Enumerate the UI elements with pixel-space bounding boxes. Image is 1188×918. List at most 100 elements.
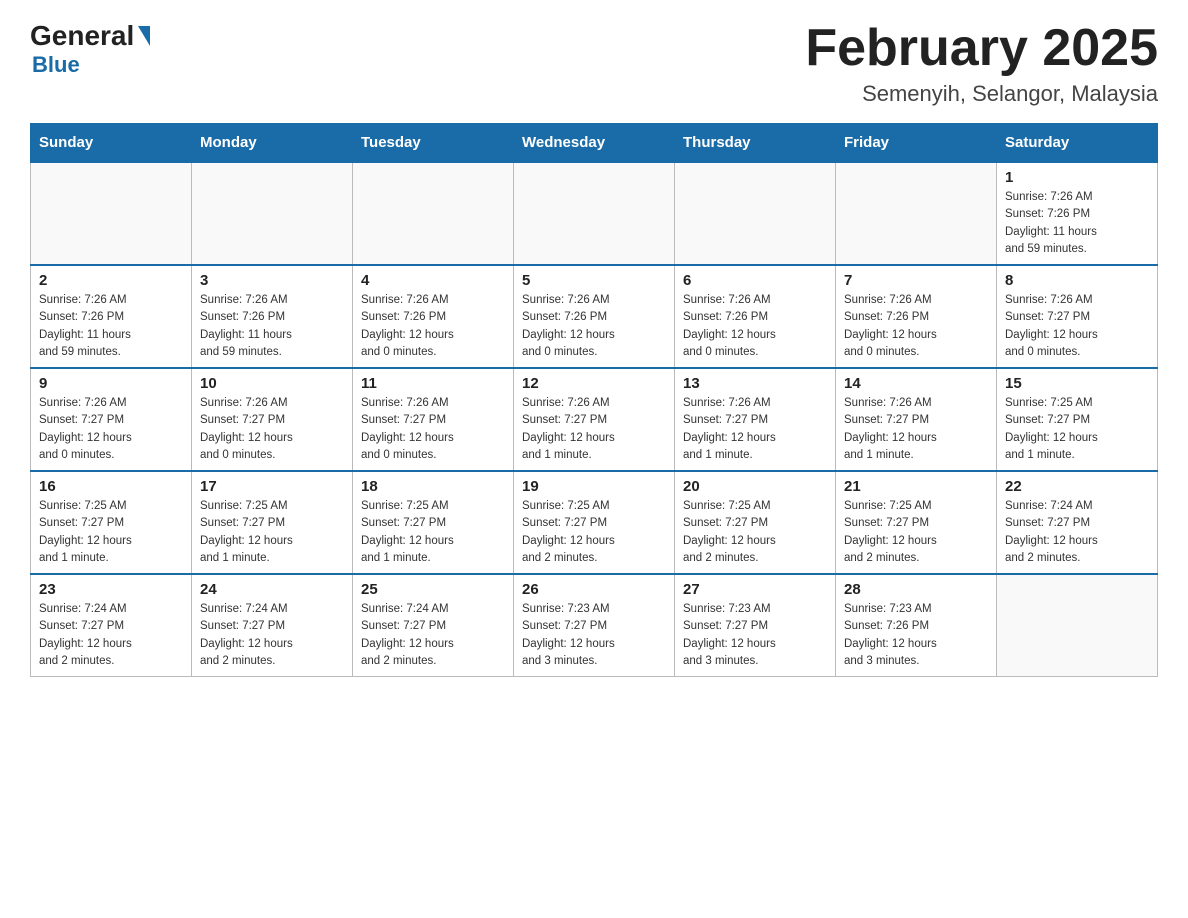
day-number: 11: [361, 375, 505, 392]
day-number: 15: [1005, 375, 1149, 392]
calendar-cell: 14Sunrise: 7:26 AM Sunset: 7:27 PM Dayli…: [836, 368, 997, 471]
day-info: Sunrise: 7:26 AM Sunset: 7:26 PM Dayligh…: [844, 292, 988, 361]
day-number: 16: [39, 478, 183, 495]
day-number: 23: [39, 581, 183, 598]
calendar-cell: [353, 162, 514, 265]
calendar-cell: [836, 162, 997, 265]
calendar-cell: 8Sunrise: 7:26 AM Sunset: 7:27 PM Daylig…: [997, 265, 1158, 368]
week-row-3: 9 Sunrise: 7:26 AM Sunset: 7:27 PM Daylig…: [31, 368, 1158, 471]
calendar-cell: 16 Sunrise: 7:25 AM Sunset: 7:27 PM Dayli…: [31, 471, 192, 574]
weekday-header-saturday: Saturday: [997, 124, 1158, 163]
day-info: Sunrise: 7:26 AM Sunset: 7:27 PM Dayligh…: [522, 395, 666, 464]
calendar-cell: [997, 574, 1158, 677]
day-number: 12: [522, 375, 666, 392]
week-row-1: 1Sunrise: 7:26 AM Sunset: 7:26 PM Daylig…: [31, 162, 1158, 265]
day-info: Sunrise: 7:25 AM Sunset: 7:27 PM Dayligh…: [844, 498, 988, 567]
day-info: Sunrise: 7:23 AM Sunset: 7:27 PM Dayligh…: [683, 601, 827, 670]
day-number: 17: [200, 478, 344, 495]
calendar-cell: 12 Sunrise: 7:26 AM Sunset: 7:27 PM Dayli…: [514, 368, 675, 471]
calendar-cell: 13Sunrise: 7:26 AM Sunset: 7:27 PM Dayli…: [675, 368, 836, 471]
calendar-cell: 10 Sunrise: 7:26 AM Sunset: 7:27 PM Dayli…: [192, 368, 353, 471]
day-info: Sunrise: 7:23 AM Sunset: 7:27 PM Dayligh…: [522, 601, 666, 670]
weekday-header-thursday: Thursday: [675, 124, 836, 163]
calendar-cell: 24 Sunrise: 7:24 AM Sunset: 7:27 PM Dayli…: [192, 574, 353, 677]
week-row-2: 2 Sunrise: 7:26 AM Sunset: 7:26 PM Daylig…: [31, 265, 1158, 368]
calendar-cell: 22 Sunrise: 7:24 AM Sunset: 7:27 PM Dayli…: [997, 471, 1158, 574]
day-number: 7: [844, 272, 988, 289]
day-info: Sunrise: 7:26 AM Sunset: 7:27 PM Dayligh…: [361, 395, 505, 464]
calendar-cell: 6 Sunrise: 7:26 AM Sunset: 7:26 PM Daylig…: [675, 265, 836, 368]
calendar-cell: 15 Sunrise: 7:25 AM Sunset: 7:27 PM Dayli…: [997, 368, 1158, 471]
calendar-cell: 20 Sunrise: 7:25 AM Sunset: 7:27 PM Dayli…: [675, 471, 836, 574]
day-number: 28: [844, 581, 988, 598]
day-info: Sunrise: 7:25 AM Sunset: 7:27 PM Dayligh…: [683, 498, 827, 567]
calendar-cell: 9Sunrise: 7:26 AM Sunset: 7:27 PM Daylig…: [31, 368, 192, 471]
day-info: Sunrise: 7:25 AM Sunset: 7:27 PM Dayligh…: [522, 498, 666, 567]
day-number: 27: [683, 581, 827, 598]
day-number: 5: [522, 272, 666, 289]
calendar-cell: 19Sunrise: 7:25 AM Sunset: 7:27 PM Dayli…: [514, 471, 675, 574]
day-info: Sunrise: 7:25 AM Sunset: 7:27 PM Dayligh…: [361, 498, 505, 567]
calendar-cell: 26 Sunrise: 7:23 AM Sunset: 7:27 PM Dayli…: [514, 574, 675, 677]
calendar-cell: [31, 162, 192, 265]
calendar-cell: [192, 162, 353, 265]
logo-general: General: [30, 20, 134, 52]
day-info: Sunrise: 7:26 AM Sunset: 7:26 PM Dayligh…: [39, 292, 183, 361]
day-info: Sunrise: 7:23 AM Sunset: 7:26 PM Dayligh…: [844, 601, 988, 670]
day-info: Sunrise: 7:26 AM Sunset: 7:27 PM Dayligh…: [683, 395, 827, 464]
day-info: Sunrise: 7:26 AM Sunset: 7:26 PM Dayligh…: [200, 292, 344, 361]
calendar-cell: 4 Sunrise: 7:26 AM Sunset: 7:26 PM Daylig…: [353, 265, 514, 368]
week-row-4: 16 Sunrise: 7:25 AM Sunset: 7:27 PM Dayli…: [31, 471, 1158, 574]
logo: General Blue: [30, 20, 152, 78]
day-number: 24: [200, 581, 344, 598]
day-number: 6: [683, 272, 827, 289]
day-info: Sunrise: 7:25 AM Sunset: 7:27 PM Dayligh…: [39, 498, 183, 567]
week-row-5: 23 Sunrise: 7:24 AM Sunset: 7:27 PM Dayli…: [31, 574, 1158, 677]
calendar-cell: 1Sunrise: 7:26 AM Sunset: 7:26 PM Daylig…: [997, 162, 1158, 265]
day-info: Sunrise: 7:24 AM Sunset: 7:27 PM Dayligh…: [39, 601, 183, 670]
day-number: 10: [200, 375, 344, 392]
weekday-header-friday: Friday: [836, 124, 997, 163]
calendar-cell: 23 Sunrise: 7:24 AM Sunset: 7:27 PM Dayli…: [31, 574, 192, 677]
day-number: 20: [683, 478, 827, 495]
day-info: Sunrise: 7:24 AM Sunset: 7:27 PM Dayligh…: [200, 601, 344, 670]
calendar-cell: 27 Sunrise: 7:23 AM Sunset: 7:27 PM Dayli…: [675, 574, 836, 677]
calendar-cell: 7 Sunrise: 7:26 AM Sunset: 7:26 PM Daylig…: [836, 265, 997, 368]
calendar-cell: 25 Sunrise: 7:24 AM Sunset: 7:27 PM Dayli…: [353, 574, 514, 677]
calendar-cell: 3Sunrise: 7:26 AM Sunset: 7:26 PM Daylig…: [192, 265, 353, 368]
day-number: 25: [361, 581, 505, 598]
weekday-header-tuesday: Tuesday: [353, 124, 514, 163]
calendar-cell: 17 Sunrise: 7:25 AM Sunset: 7:27 PM Dayli…: [192, 471, 353, 574]
calendar-cell: 5 Sunrise: 7:26 AM Sunset: 7:26 PM Daylig…: [514, 265, 675, 368]
header: General Blue February 2025 Semenyih, Sel…: [30, 20, 1158, 107]
day-info: Sunrise: 7:26 AM Sunset: 7:27 PM Dayligh…: [200, 395, 344, 464]
logo-blue: Blue: [32, 52, 80, 78]
day-info: Sunrise: 7:26 AM Sunset: 7:27 PM Dayligh…: [844, 395, 988, 464]
day-info: Sunrise: 7:24 AM Sunset: 7:27 PM Dayligh…: [361, 601, 505, 670]
logo-triangle-icon: [138, 26, 150, 46]
calendar-cell: 28 Sunrise: 7:23 AM Sunset: 7:26 PM Dayli…: [836, 574, 997, 677]
weekday-header-row: SundayMondayTuesdayWednesdayThursdayFrid…: [31, 124, 1158, 163]
weekday-header-monday: Monday: [192, 124, 353, 163]
day-info: Sunrise: 7:26 AM Sunset: 7:26 PM Dayligh…: [683, 292, 827, 361]
calendar-cell: 21 Sunrise: 7:25 AM Sunset: 7:27 PM Dayli…: [836, 471, 997, 574]
day-number: 22: [1005, 478, 1149, 495]
day-number: 21: [844, 478, 988, 495]
day-number: 26: [522, 581, 666, 598]
day-info: Sunrise: 7:25 AM Sunset: 7:27 PM Dayligh…: [200, 498, 344, 567]
day-info: Sunrise: 7:26 AM Sunset: 7:26 PM Dayligh…: [522, 292, 666, 361]
calendar-subtitle: Semenyih, Selangor, Malaysia: [805, 81, 1158, 107]
weekday-header-sunday: Sunday: [31, 124, 192, 163]
day-number: 2: [39, 272, 183, 289]
day-number: 9: [39, 375, 183, 392]
day-info: Sunrise: 7:24 AM Sunset: 7:27 PM Dayligh…: [1005, 498, 1149, 567]
day-info: Sunrise: 7:25 AM Sunset: 7:27 PM Dayligh…: [1005, 395, 1149, 464]
calendar-cell: 2 Sunrise: 7:26 AM Sunset: 7:26 PM Daylig…: [31, 265, 192, 368]
day-number: 4: [361, 272, 505, 289]
day-info: Sunrise: 7:26 AM Sunset: 7:26 PM Dayligh…: [361, 292, 505, 361]
calendar-cell: 18Sunrise: 7:25 AM Sunset: 7:27 PM Dayli…: [353, 471, 514, 574]
calendar-table: SundayMondayTuesdayWednesdayThursdayFrid…: [30, 123, 1158, 677]
day-info: Sunrise: 7:26 AM Sunset: 7:26 PM Dayligh…: [1005, 189, 1149, 258]
calendar-title: February 2025: [805, 20, 1158, 77]
title-area: February 2025 Semenyih, Selangor, Malays…: [805, 20, 1158, 107]
